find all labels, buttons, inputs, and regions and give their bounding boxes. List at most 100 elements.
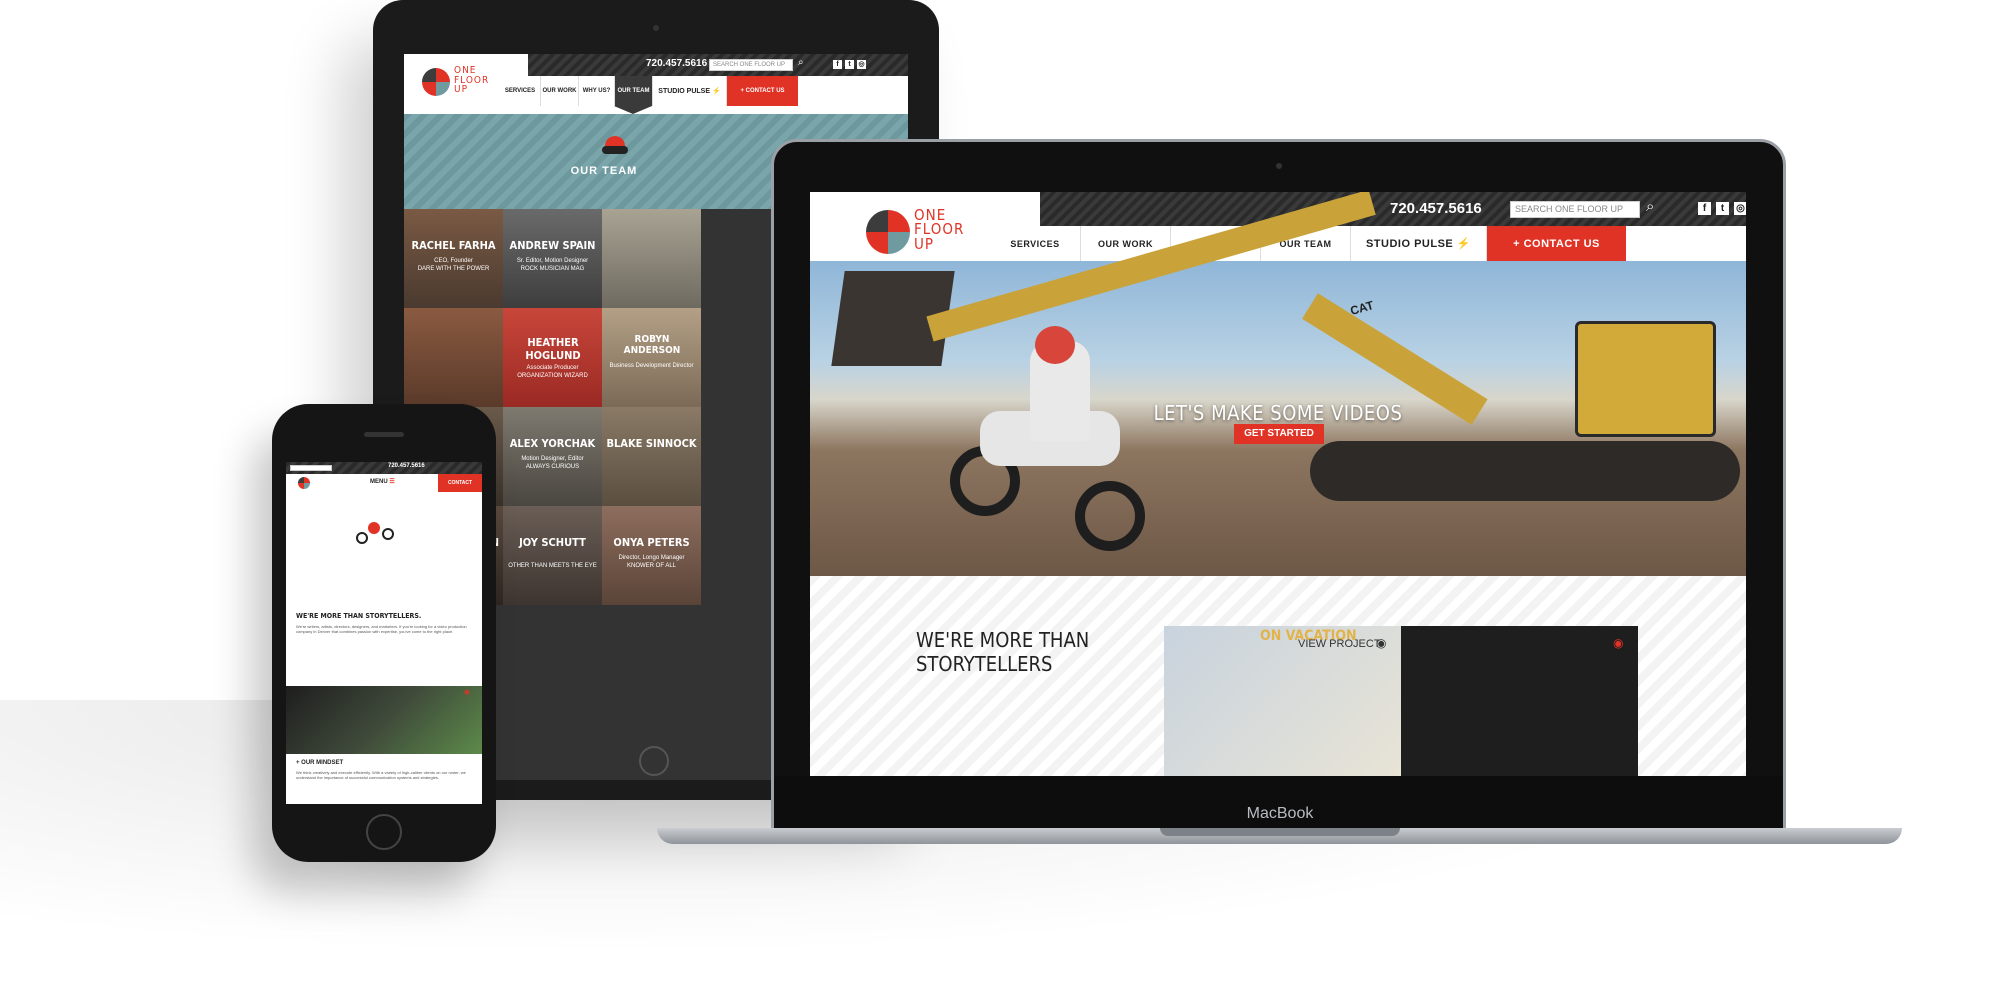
team-member-card[interactable] <box>602 209 701 308</box>
section-title: OUR TEAM <box>570 165 638 177</box>
intro-heading: WE'RE MORE THAN STORYTELLERS <box>916 628 1089 676</box>
phone-number[interactable]: 720.457.5616 <box>1390 200 1482 217</box>
phone-speaker <box>364 432 404 437</box>
twitter-icon[interactable]: t <box>845 60 854 69</box>
search-icon[interactable]: ⌕ <box>1646 198 1654 215</box>
excavator-cab <box>1575 321 1716 437</box>
team-member-card[interactable]: ONYA PETERS Director, Longo Manager KNOW… <box>602 506 701 605</box>
team-member-role: CEO, Founder <box>434 258 473 264</box>
laptop-chin <box>774 776 1783 832</box>
phone-topbar: 720.457.5616 <box>286 462 482 474</box>
team-member-card[interactable] <box>404 308 503 407</box>
nav-services[interactable]: SERVICES <box>500 76 540 106</box>
phone-mindset: + OUR MINDSET We think creatively and ex… <box>286 754 482 804</box>
team-member-name: RACHEL FARHA <box>411 239 496 252</box>
team-member-name: JOY SCHUTT <box>519 536 586 549</box>
excavator-machine-label: CAT <box>1348 297 1376 319</box>
tablet-camera <box>653 25 659 31</box>
phone-home-button[interactable] <box>366 814 402 850</box>
team-member-name: ONYA PETERS <box>613 536 690 549</box>
team-member-name: BLAKE SINNOCK <box>606 437 697 450</box>
intro-section: WE'RE MORE THAN STORYTELLERS ON VACATION… <box>810 576 1746 776</box>
team-member-card[interactable]: ANDREW SPAIN Sr. Editor, Motion Designer… <box>503 209 602 308</box>
instagram-icon[interactable]: ◎ <box>857 60 866 69</box>
project-card[interactable]: ON VACATION VIEW PROJECT ◉ <box>1164 626 1401 776</box>
nav-contact[interactable]: + CONTACT US <box>1486 226 1626 261</box>
tablet-home-button[interactable] <box>639 746 669 776</box>
bolt-icon: ⚡ <box>711 88 721 95</box>
excavator-tracks <box>1310 441 1740 501</box>
phone-heading: WE'RE MORE THAN STORYTELLERS. <box>296 612 422 620</box>
phone-project-image[interactable]: ◉ <box>286 686 482 754</box>
team-member-card[interactable]: BLAKE SINNOCK <box>602 407 701 506</box>
instagram-icon[interactable]: ◎ <box>1734 202 1746 215</box>
phone-device: 720.457.5616 MENU ☰ CONTACT WE'RE MORE T… <box>272 404 496 862</box>
rider-figure <box>356 522 396 544</box>
studio-pulse-label: STUDIO PULSE <box>1365 237 1454 250</box>
eye-icon: ◉ <box>464 689 471 696</box>
nav-our-work[interactable]: OUR WORK <box>540 76 578 106</box>
project-card[interactable]: ◉ <box>1401 626 1638 776</box>
laptop-notch <box>1160 828 1400 836</box>
laptop-nav: SERVICES OUR WORK WHY US? OUR TEAM STUDI… <box>990 226 1746 261</box>
logo-text: ONE FLOOR UP <box>454 65 490 95</box>
search-icon[interactable]: ⌕ <box>798 57 804 68</box>
eye-icon: ◉ <box>1376 636 1387 650</box>
phone-hero <box>286 492 482 606</box>
tablet-logo[interactable]: ONE FLOOR UP <box>422 64 502 104</box>
logo-mark-icon <box>422 68 450 96</box>
team-member-name: ROBYN ANDERSON <box>623 334 681 356</box>
search-input[interactable]: SEARCH ONE FLOOR UP <box>709 59 793 71</box>
phone-number[interactable]: 720.457.5616 <box>646 58 707 69</box>
tablet-topbar: 720.457.5616 SEARCH ONE FLOOR UP ⌕ f t ◎ <box>528 54 908 76</box>
eye-icon: ◉ <box>1613 636 1624 650</box>
nav-studio-pulse[interactable]: STUDIO PULSE ⚡ <box>1350 226 1486 261</box>
tablet-nav: SERVICES OUR WORK WHY US? OUR TEAM STUDI… <box>500 76 908 114</box>
dirt-bike-wheel-front <box>1075 481 1145 551</box>
laptop-camera <box>1276 163 1282 169</box>
menu-label: MENU <box>370 479 388 485</box>
team-member-tag: ROCK MUSICIAN MAG <box>520 266 585 272</box>
phone-body: We're writers, artists, directors, desig… <box>296 624 467 634</box>
laptop-logo[interactable]: ONE FLOOR UP <box>866 206 986 256</box>
team-member-tag: ALWAYS CURIOUS <box>525 464 580 470</box>
studio-pulse-label: STUDIO PULSE <box>658 87 711 95</box>
nav-our-team[interactable]: OUR TEAM <box>614 76 652 106</box>
project-label: VIEW PROJECT <box>1298 638 1381 650</box>
team-member-name: ANDREW SPAIN <box>509 239 596 252</box>
team-member-card[interactable]: ALEX YORCHAK Motion Designer, Editor ALW… <box>503 407 602 506</box>
get-started-button[interactable]: GET STARTED <box>1234 424 1324 444</box>
team-member-card[interactable]: JOY SCHUTT OTHER THAN MEETS THE EYE <box>503 506 602 605</box>
team-member-card[interactable]: RACHEL FARHA CEO, Founder DARE WITH THE … <box>404 209 503 308</box>
logo-mark-icon <box>866 210 910 254</box>
logo-mark-icon[interactable] <box>298 477 310 489</box>
phone-number[interactable]: 720.457.5616 <box>388 463 425 469</box>
search-input[interactable]: SEARCH ONE FLOOR UP <box>1510 201 1640 218</box>
menu-button[interactable]: MENU ☰ <box>370 478 395 485</box>
tablet-header: ONE FLOOR UP 720.457.5616 SEARCH ONE FLOOR… <box>404 54 908 114</box>
search-input[interactable] <box>290 465 332 471</box>
nav-studio-pulse[interactable]: STUDIO PULSE ⚡ <box>652 76 726 106</box>
team-member-card[interactable]: ROBYN ANDERSON Business Development Dire… <box>602 308 701 407</box>
team-member-tag: ORGANIZATION WIZARD <box>517 373 588 379</box>
hero-video[interactable]: CAT LET'S MAKE SOME VIDEOS GET STARTED <box>810 192 1746 576</box>
team-mascot-icon <box>602 136 628 156</box>
facebook-icon[interactable]: f <box>1698 202 1711 215</box>
nav-why-us[interactable]: WHY US? <box>578 76 614 106</box>
nav-services[interactable]: SERVICES <box>990 226 1080 261</box>
facebook-icon[interactable]: f <box>833 60 842 69</box>
search-placeholder: SEARCH ONE FLOOR UP <box>1515 204 1624 214</box>
team-member-tag: OTHER THAN MEETS THE EYE <box>508 563 597 569</box>
team-member-tag: KNOWER OF ALL <box>626 563 676 569</box>
team-member-role: Business Development Director <box>609 363 694 369</box>
nav-contact[interactable]: + CONTACT US <box>726 76 798 106</box>
intro-heading-line: WE'RE MORE THAN <box>916 628 1090 652</box>
team-member-card[interactable]: HEATHER HOGLUND Associate Producer ORGAN… <box>503 308 602 407</box>
contact-button[interactable]: CONTACT <box>438 474 482 492</box>
phone-intro: WE'RE MORE THAN STORYTELLERS. We're writ… <box>286 606 482 686</box>
twitter-icon[interactable]: t <box>1716 202 1729 215</box>
mindset-body: We think creatively and execute efficien… <box>296 770 466 780</box>
hero-title: LET'S MAKE SOME VIDEOS <box>1153 401 1403 425</box>
team-member-role: Sr. Editor, Motion Designer <box>516 258 589 264</box>
team-member-tag: DARE WITH THE POWER <box>417 266 490 272</box>
